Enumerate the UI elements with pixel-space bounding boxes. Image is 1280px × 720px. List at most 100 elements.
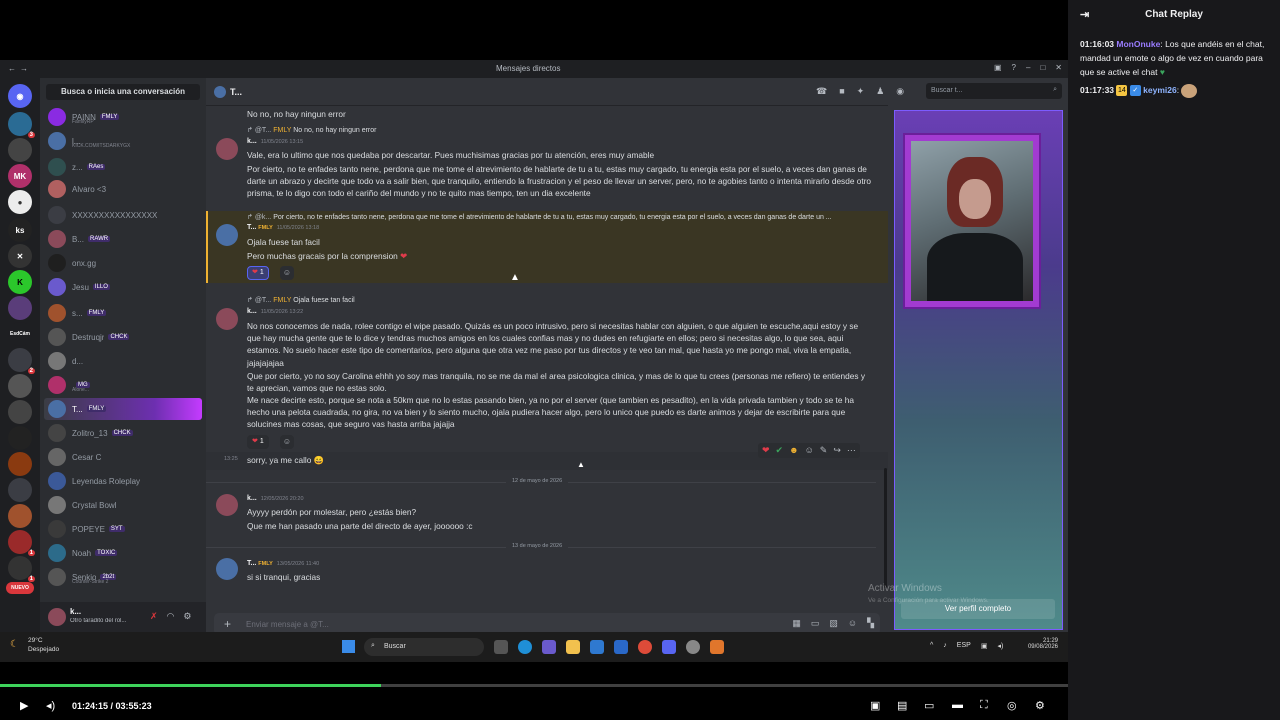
server-esdcam[interactable]: EsdCám [8, 322, 32, 346]
dm-item[interactable]: MG Alone... [44, 374, 202, 396]
server-icon[interactable] [8, 296, 32, 320]
fullscreen-icon[interactable]: ⛶ [980, 699, 988, 712]
settings-gear-icon[interactable]: ⚙ [1035, 699, 1045, 712]
server-ks[interactable]: ks [8, 218, 32, 242]
discord-taskbar-icon[interactable] [662, 640, 676, 654]
server-icon[interactable]: 2 [8, 348, 35, 374]
reaction-heart[interactable]: ❤ 1 [247, 266, 269, 280]
more-icon[interactable]: ⋯ [847, 445, 856, 456]
server-icon[interactable]: 3 [8, 112, 35, 138]
server-icon[interactable] [8, 478, 32, 502]
gif-icon[interactable]: ▭ [811, 618, 820, 629]
server-icon[interactable]: 1 [8, 556, 35, 582]
headset-icon[interactable]: ◠ [167, 611, 175, 622]
emoji-icon[interactable]: ☻ [789, 445, 798, 456]
server-icon[interactable] [8, 452, 32, 476]
heart-icon[interactable]: ❤ [762, 445, 770, 456]
speed-icon[interactable]: ◎ [1007, 699, 1017, 712]
teams-icon[interactable] [542, 640, 556, 654]
inbox-icon[interactable]: ▣ [994, 63, 1002, 72]
help-icon[interactable]: ? [1012, 63, 1016, 72]
apps-icon[interactable]: ▚ [867, 618, 874, 629]
reply-preview[interactable]: ↱ @T... FMLY No no, no hay ningun error [247, 126, 867, 134]
add-reaction-icon[interactable]: ☺ [805, 445, 814, 456]
dm-item[interactable]: Cesar C [44, 446, 202, 468]
close-icon[interactable]: ✕ [1055, 63, 1062, 72]
edit-icon[interactable]: ✎ [820, 445, 828, 456]
task-view-icon[interactable] [494, 640, 508, 654]
server-kick[interactable]: K [8, 270, 32, 294]
dm-item[interactable]: Leyendas Roleplay [44, 470, 202, 492]
taskbar-search[interactable]: ⌕ Buscar [364, 638, 484, 656]
collapse-icon[interactable]: ⇥ [1080, 0, 1089, 30]
dm-item[interactable]: Senkio 2b2t Counter-Strike 2 [44, 566, 202, 588]
avatar[interactable] [48, 608, 66, 626]
system-tray[interactable]: ^ ♪ ESP ▣ ◂) [930, 642, 1003, 650]
dm-item[interactable]: Jesu ILLO [44, 276, 202, 298]
dm-item[interactable]: Alvaro <3 [44, 178, 202, 200]
server-icon[interactable] [8, 504, 32, 528]
dm-item[interactable]: POPEYE SYT [44, 518, 202, 540]
add-friends-icon[interactable]: ♟ [876, 86, 884, 97]
call-icon[interactable]: ☎ [816, 86, 827, 97]
dm-item[interactable]: Crystal Bowl [44, 494, 202, 516]
pin-icon[interactable]: ✦ [857, 86, 865, 97]
avatar[interactable] [216, 308, 238, 330]
server-new-badge[interactable]: NUEVO [6, 582, 34, 594]
dm-item[interactable]: XXXXXXXXXXXXXXXX [44, 204, 202, 226]
plus-icon[interactable]: + [224, 617, 231, 631]
server-icon[interactable]: ✕ [8, 244, 32, 268]
avatar[interactable] [216, 494, 238, 516]
reply-preview[interactable]: ↱ @T... FMLY Ojala fuese tan facil [247, 296, 867, 304]
avatar[interactable] [216, 558, 238, 580]
volume-icon[interactable]: ◂) [997, 642, 1003, 650]
edge-icon[interactable] [518, 640, 532, 654]
dm-item[interactable]: PAINN FMLY FamilyRP [44, 106, 202, 128]
weather-widget[interactable]: ☾ 29°C Despejado [10, 637, 59, 653]
reply-preview[interactable]: ↱ @k... Por cierto, no te enfades tanto … [247, 213, 867, 221]
file-explorer-icon[interactable] [566, 640, 580, 654]
dm-search-button[interactable]: Busca o inicia una conversación [46, 84, 200, 100]
chat-toggle-icon[interactable]: ▬ [952, 699, 963, 711]
add-reaction-icon[interactable]: ☺ [280, 435, 294, 449]
chat-user[interactable]: keymi26 [1143, 85, 1177, 95]
server-icon[interactable] [8, 374, 32, 398]
chat-user[interactable]: MonOnuke [1116, 39, 1160, 49]
network-icon[interactable]: ▣ [981, 642, 988, 650]
dm-item[interactable]: Destruqjr CHCK [44, 326, 202, 348]
minimize-icon[interactable]: – [1026, 63, 1030, 72]
server-icon[interactable] [8, 426, 32, 450]
play-icon[interactable]: ▶ [20, 699, 28, 712]
volume-icon[interactable]: ◂) [46, 699, 55, 712]
dm-item[interactable]: Zolitro_13 CHCK [44, 422, 202, 444]
windows-start-icon[interactable] [342, 640, 355, 653]
maximize-icon[interactable]: □ [1040, 63, 1045, 72]
emoji-icon[interactable]: ☺ [848, 618, 857, 629]
chevron-up-icon[interactable]: ^ [930, 642, 933, 650]
mute-mic-icon[interactable]: ✗ [150, 611, 158, 622]
captions-icon[interactable]: ▭ [924, 699, 934, 712]
server-icon[interactable]: MK [8, 164, 32, 188]
video-progress-bar[interactable] [0, 684, 1068, 687]
avatar[interactable] [216, 224, 238, 246]
settings-gear-icon[interactable]: ⚙ [183, 611, 191, 622]
dm-item[interactable]: Noah TOXIC [44, 542, 202, 564]
window-controls[interactable]: ▣? – □ ✕ [994, 63, 1062, 72]
gift-icon[interactable]: ▦ [792, 618, 801, 629]
clip-icon[interactable]: ▣ [870, 699, 880, 712]
avatar[interactable] [216, 138, 238, 160]
theatre-icon[interactable]: ▤ [897, 699, 907, 712]
dm-item[interactable]: z... RAes [44, 156, 202, 178]
mic-icon[interactable]: ♪ [943, 642, 947, 650]
dm-item[interactable]: s... FMLY [44, 302, 202, 324]
video-call-icon[interactable]: ■ [839, 86, 844, 97]
clock[interactable]: 21:29 09/08/2026 [1028, 638, 1058, 650]
server-icon[interactable] [8, 400, 32, 424]
reply-icon[interactable]: ↪ [833, 445, 841, 456]
server-icon[interactable]: ● [8, 190, 32, 214]
server-icon[interactable] [8, 138, 32, 162]
reaction-heart[interactable]: ❤ 1 [247, 435, 269, 449]
dm-item[interactable]: l... KICK.COM/ITSDARKYGX [44, 130, 202, 152]
mail-icon[interactable] [614, 640, 628, 654]
nav-arrows[interactable]: ←→ [8, 64, 32, 73]
